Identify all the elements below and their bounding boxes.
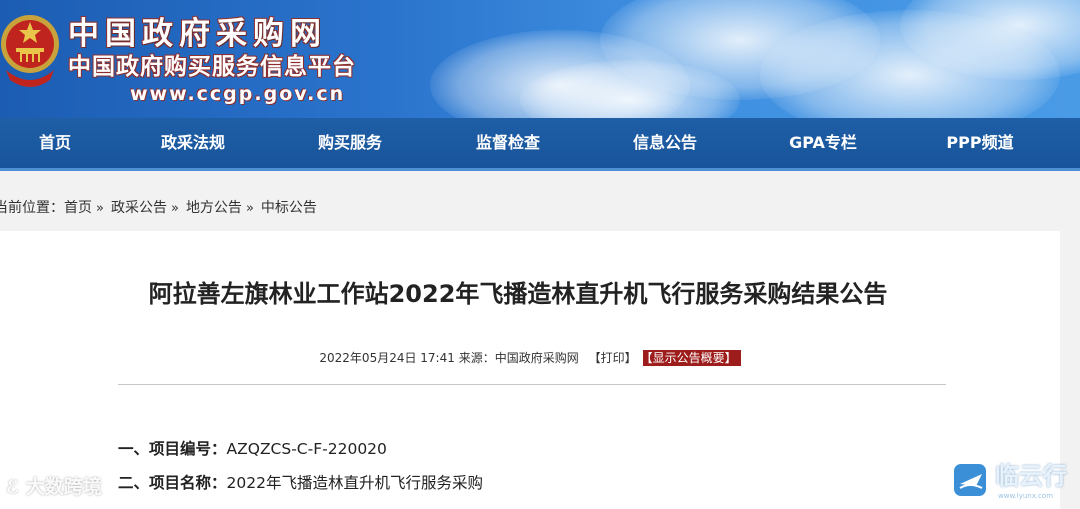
watermark-right-url: www.lyunx.com bbox=[998, 492, 1054, 500]
breadcrumb: 当前位置：首页» 政采公告» 地方公告» 中标公告 bbox=[0, 196, 317, 220]
project-number-value: AZQZCS-C-F-220020 bbox=[226, 440, 387, 458]
nav-underline bbox=[0, 168, 1080, 171]
breadcrumb-home[interactable]: 首页 bbox=[64, 200, 92, 216]
breadcrumb-prefix: 当前位置： bbox=[0, 200, 64, 216]
breadcrumb-separator: » bbox=[245, 201, 254, 216]
breadcrumb-separator: » bbox=[170, 201, 179, 216]
watermark-logo-icon: ℰ bbox=[6, 477, 20, 498]
watermark-left: ℰ 大数跨境 bbox=[6, 472, 102, 502]
header-banner: 中国政府采购网 中国政府购买服务信息平台 www.ccgp.gov.cn bbox=[0, 0, 1080, 118]
breadcrumb-procurement-announcements[interactable]: 政采公告 bbox=[111, 200, 167, 216]
project-name-label: 二、项目名称： bbox=[118, 474, 227, 492]
watermark-right-text: 临云行 bbox=[995, 462, 1067, 490]
nav-item-ppp[interactable]: PPP频道 bbox=[925, 118, 1035, 170]
watermark-left-text: 大数跨境 bbox=[25, 476, 102, 498]
nav-item-purchase-services[interactable]: 购买服务 bbox=[295, 118, 405, 170]
article-title: 阿拉善左旗林业工作站2022年飞播造林直升机飞行服务采购结果公告 bbox=[148, 280, 888, 308]
breadcrumb-local-announcements[interactable]: 地方公告 bbox=[186, 200, 242, 216]
site-title: 中国政府采购网 bbox=[68, 16, 327, 52]
nav-item-home[interactable]: 首页 bbox=[0, 118, 110, 170]
nav-item-regulations[interactable]: 政采法规 bbox=[138, 118, 248, 170]
project-number-label: 一、项目编号： bbox=[118, 440, 227, 458]
source-name: 中国政府采购网 bbox=[494, 351, 579, 365]
title-divider bbox=[118, 384, 946, 385]
nav-item-gpa[interactable]: GPA专栏 bbox=[768, 118, 878, 170]
show-summary-button[interactable]: 【显示公告概要】 bbox=[642, 350, 741, 366]
article-panel bbox=[0, 231, 1060, 509]
print-link[interactable]: 【打印】 bbox=[589, 351, 637, 365]
national-emblem-icon bbox=[1, 15, 59, 87]
project-number-row: 一、项目编号：AZQZCS-C-F-220020 bbox=[118, 437, 387, 461]
project-name-value: 2022年飞播造林直升机飞行服务采购 bbox=[226, 474, 483, 492]
source-label: 来源： bbox=[458, 351, 495, 365]
nav-item-announcements[interactable]: 信息公告 bbox=[610, 118, 720, 170]
article-meta: 2022年05月24日 17:41 来源：中国政府采购网 【打印】 【显示公告概要… bbox=[0, 348, 1060, 368]
breadcrumb-award-announcements[interactable]: 中标公告 bbox=[261, 200, 317, 216]
nav-item-supervision[interactable]: 监督检查 bbox=[453, 118, 563, 170]
project-name-row: 二、项目名称：2022年飞播造林直升机飞行服务采购 bbox=[118, 471, 483, 495]
site-subtitle: 中国政府购买服务信息平台 bbox=[68, 53, 356, 80]
main-nav: 首页 政采法规 购买服务 监督检查 信息公告 GPA专栏 PPP频道 bbox=[0, 118, 1080, 170]
breadcrumb-separator: » bbox=[96, 201, 104, 216]
publish-date: 2022年05月24日 17:41 bbox=[319, 351, 455, 365]
site-url: www.ccgp.gov.cn bbox=[130, 83, 346, 105]
